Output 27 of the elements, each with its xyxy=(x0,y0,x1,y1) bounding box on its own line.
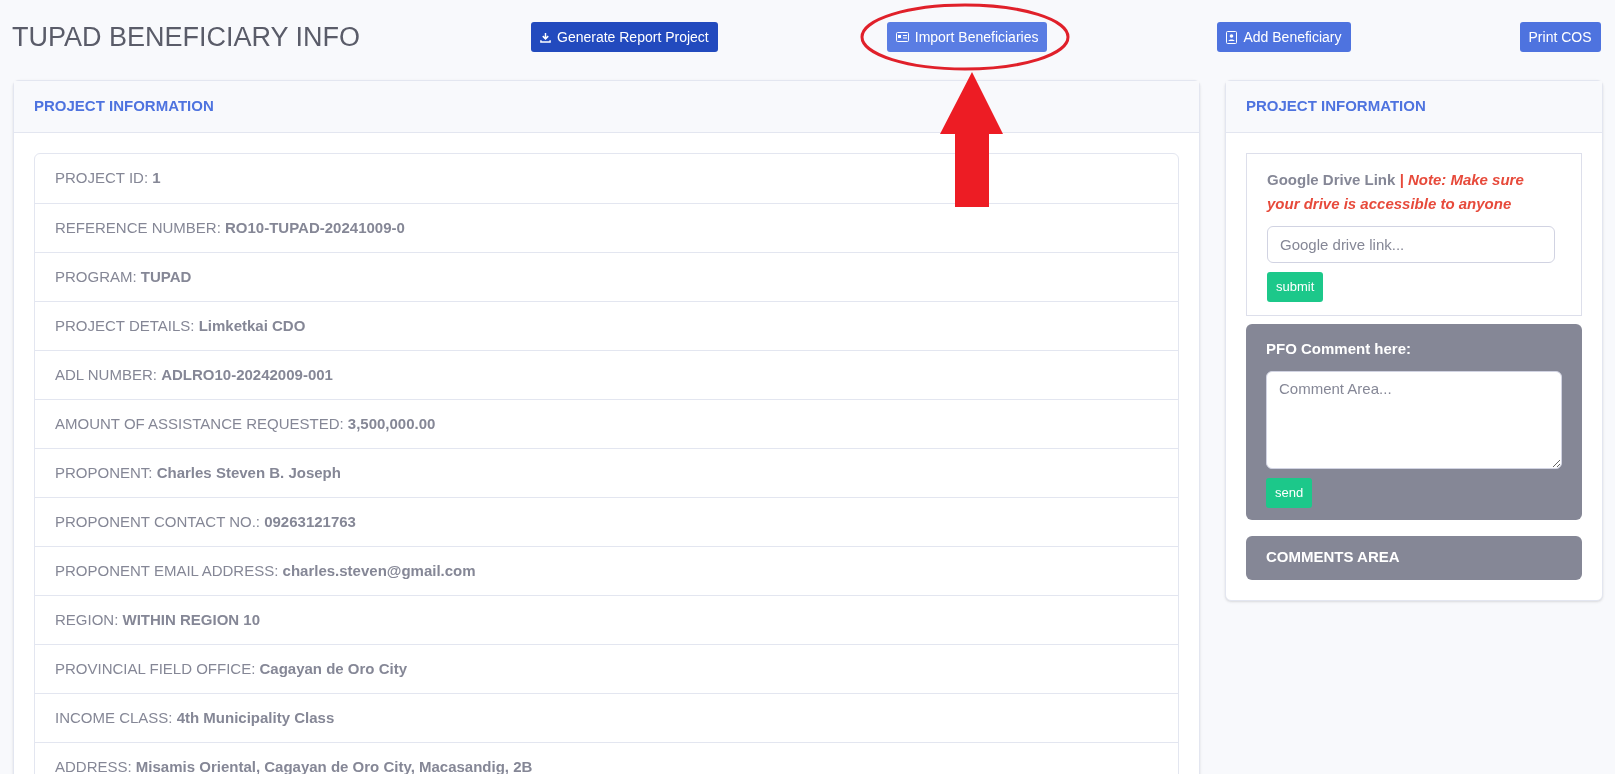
info-row-text: REGION: WITHIN REGION 10 xyxy=(55,609,261,630)
info-row-text: PROVINCIAL FIELD OFFICE: Cagayan de Oro City xyxy=(55,658,408,679)
info-row-text: PROPONENT EMAIL ADDRESS: charles.steven@gmail.com xyxy=(55,560,476,581)
info-row-text: PROGRAM: TUPAD xyxy=(55,266,192,287)
comment-field[interactable]: Comment Area... xyxy=(1266,370,1562,469)
info-row-text: INCOME CLASS: 4th Municipality Class xyxy=(55,707,335,728)
header-button[interactable]: Print COS xyxy=(1519,22,1601,52)
info-row-text: PROPONENT: Charles Steven B. Joseph xyxy=(55,462,341,483)
header-button[interactable]: Add Beneficiary xyxy=(1217,22,1351,52)
card-title: PROJECT INFORMATION xyxy=(34,96,214,117)
header-button[interactable]: Generate Report Project xyxy=(531,22,718,52)
page-title: TUPAD BENEFICIARY INFO xyxy=(12,20,362,54)
info-row-text: PROPONENT CONTACT NO.: 09263121763 xyxy=(55,511,356,532)
header-button[interactable]: Import Beneficiaries xyxy=(886,22,1048,52)
id-card-icon xyxy=(895,32,909,42)
info-row-text: AMOUNT OF ASSISTANCE REQUESTED: 3,500,000.00 xyxy=(55,413,436,434)
info-row-text: PROJECT ID: 1 xyxy=(55,168,161,189)
info-row-text: PROJECT DETAILS: Limketkai CDO xyxy=(55,315,306,336)
comments-area-title: COMMENTS AREA xyxy=(1266,547,1400,568)
info-row-text: REFERENCE NUMBER: RO10-TUPAD-20241009-0 xyxy=(55,217,405,238)
drive-link-label: Google Drive Link | Note: Make sure your drive is accessible to anyone xyxy=(1267,170,1525,214)
contact-book-icon xyxy=(1226,30,1238,44)
info-row-text: ADL NUMBER: ADLRO10-20242009-001 xyxy=(55,364,333,385)
download-icon xyxy=(540,31,551,43)
card-title: PROJECT INFORMATION xyxy=(1246,96,1426,117)
comment-label: PFO Comment here: xyxy=(1266,339,1413,359)
drive-link-field[interactable]: Google drive link... xyxy=(1267,226,1555,263)
